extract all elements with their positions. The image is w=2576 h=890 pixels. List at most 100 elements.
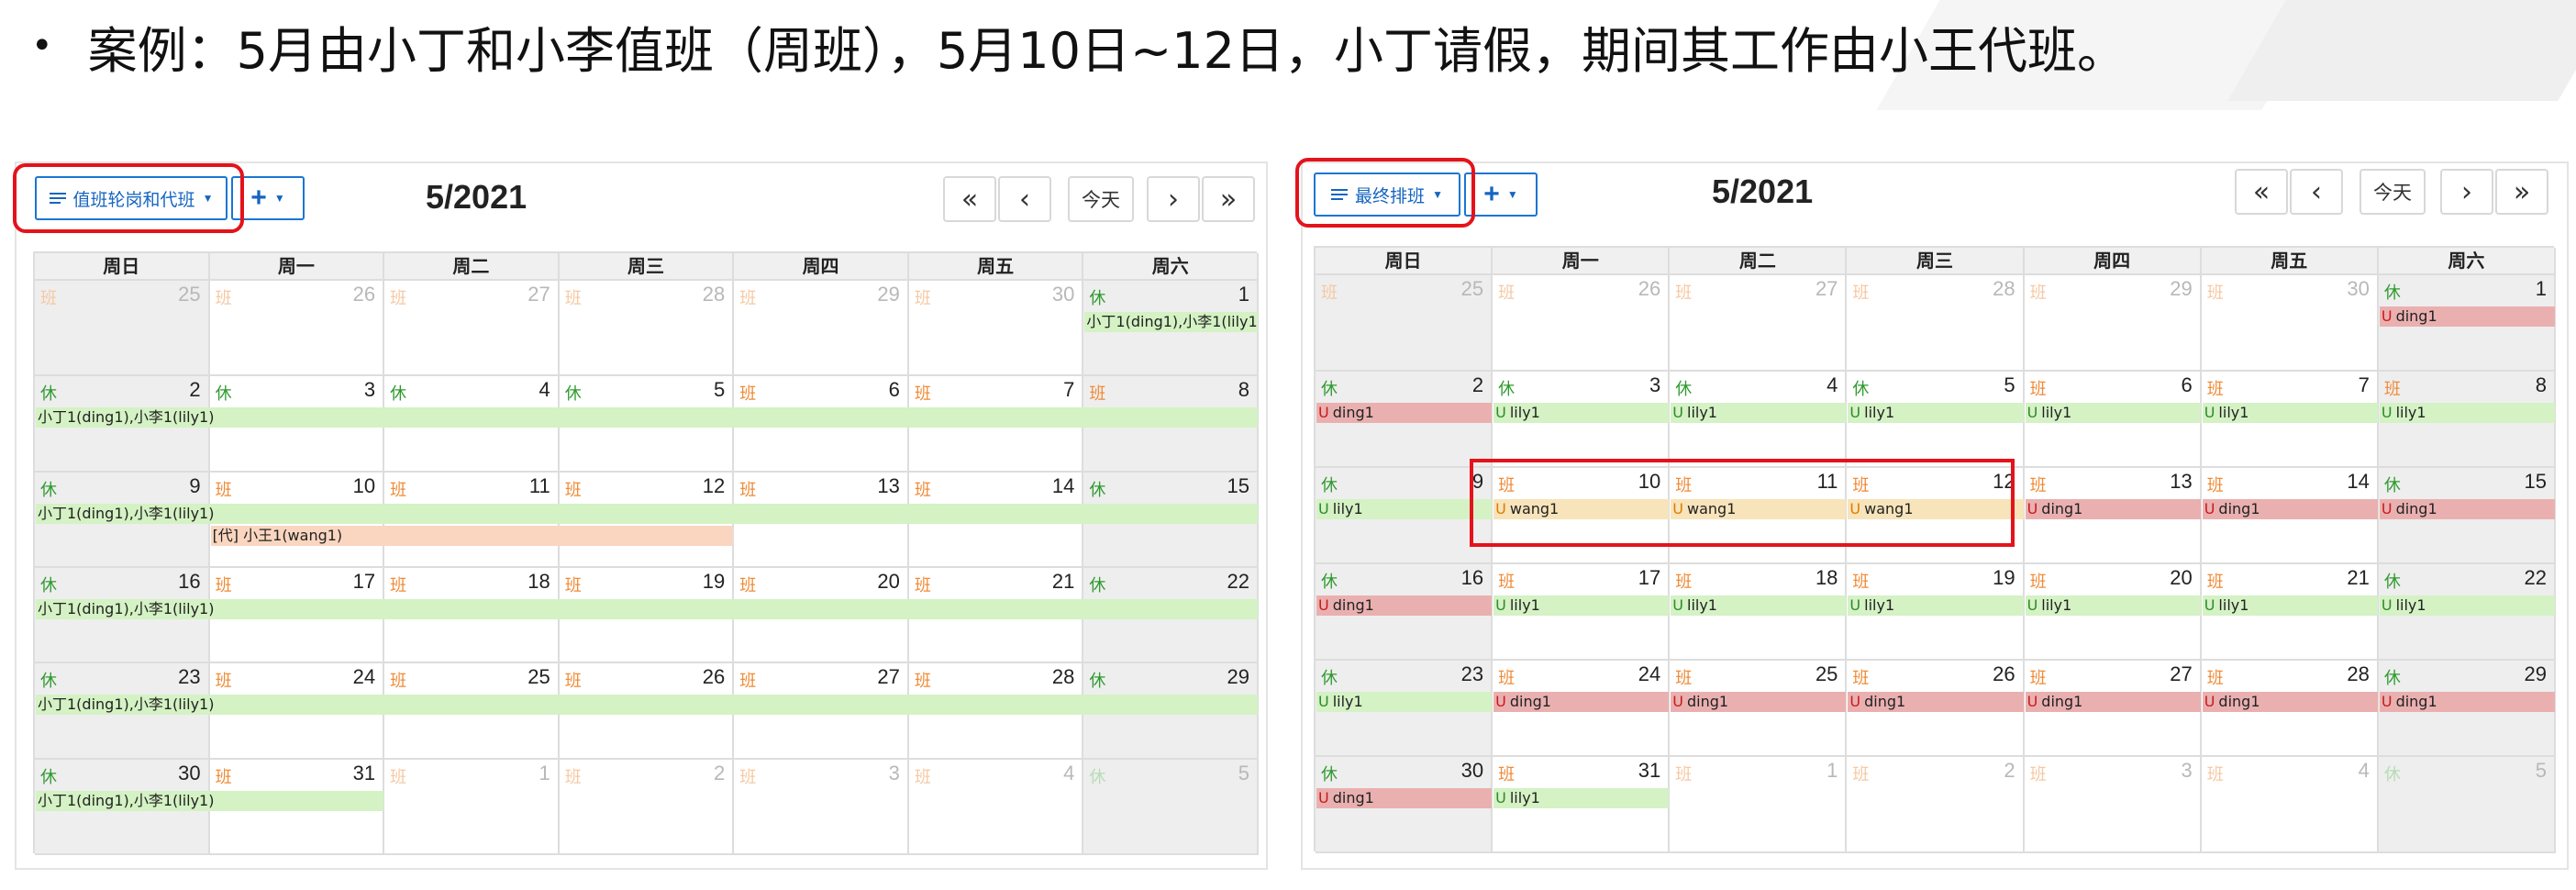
shift-event[interactable]: Ulily1 xyxy=(2379,403,2555,423)
shift-event[interactable]: Ulily1 xyxy=(1316,692,1493,712)
add-button[interactable]: + ▼ xyxy=(1464,172,1538,217)
shift-event[interactable]: Uding1 xyxy=(1316,595,1493,616)
shift-event[interactable]: Ulily1 xyxy=(1671,403,1847,423)
work-day-tag: 班 xyxy=(914,384,931,405)
shift-event[interactable]: Uding1 xyxy=(2379,692,2555,712)
shift-event[interactable]: Uding1 xyxy=(1848,692,2024,712)
shift-event[interactable]: Uding1 xyxy=(2025,499,2201,519)
shift-event[interactable]: 小丁1(ding1),小李1(lily1) xyxy=(36,695,1258,716)
shift-event[interactable]: 小丁1(ding1),小李1(lily1) xyxy=(36,790,384,811)
day-cell[interactable]: 班 29 xyxy=(2024,275,2202,372)
first-button[interactable]: « xyxy=(943,176,996,222)
day-number: 16 xyxy=(1460,566,1484,589)
shift-event[interactable]: Ulily1 xyxy=(1493,788,1670,808)
shift-event[interactable]: 小丁1(ding1),小李1(lily1) xyxy=(36,407,1258,428)
day-number: 29 xyxy=(2524,662,2547,685)
day-cell[interactable]: 班 25 xyxy=(35,281,210,377)
day-cell[interactable]: 班 30 xyxy=(908,281,1084,377)
shift-event[interactable]: Ulily1 xyxy=(2025,595,2201,616)
shift-event[interactable]: Uding1 xyxy=(2379,499,2555,519)
prev-button[interactable]: ‹ xyxy=(998,176,1051,222)
day-number: 15 xyxy=(1227,473,1249,497)
shift-event[interactable]: Ulily1 xyxy=(1493,403,1670,423)
day-number: 18 xyxy=(527,570,550,593)
today-button[interactable]: 今天 xyxy=(2359,169,2426,215)
weekday-header: 周一 xyxy=(1493,248,1671,275)
weekday-header: 周日 xyxy=(1316,248,1493,275)
shift-event[interactable]: Uding1 xyxy=(1671,692,1847,712)
shift-event[interactable]: Ulily1 xyxy=(1848,595,2024,616)
shift-event[interactable]: Ulily1 xyxy=(2202,595,2378,616)
day-number: 2 xyxy=(2004,759,2015,782)
day-number: 7 xyxy=(1063,378,1075,402)
shift-event[interactable]: Uding1 xyxy=(1316,403,1493,423)
shift-event[interactable]: Uding1 xyxy=(2202,692,2378,712)
shift-event[interactable]: Ulily1 xyxy=(1493,595,1670,616)
day-cell[interactable]: 班 28 xyxy=(559,281,735,377)
work-day-tag: 班 xyxy=(1675,284,1693,303)
day-cell[interactable]: 班 27 xyxy=(384,281,560,377)
shift-event-label: 小丁1(ding1),小李1(lily1) xyxy=(38,695,215,714)
day-number: 5 xyxy=(1238,761,1249,784)
day-cell[interactable]: 班3 xyxy=(734,759,909,855)
user-icon: U xyxy=(1495,596,1506,614)
day-cell[interactable]: 班3 xyxy=(2024,757,2202,853)
rest-day-tag: 休 xyxy=(2383,284,2401,303)
shift-event[interactable]: Uding1 xyxy=(1493,692,1670,712)
day-cell[interactable]: 班4 xyxy=(2201,757,2379,853)
day-number: 14 xyxy=(1051,473,1075,497)
rest-day-tag: 休 xyxy=(1321,765,1338,784)
day-number: 20 xyxy=(2170,566,2193,589)
day-cell[interactable]: 班 26 xyxy=(1493,275,1671,372)
day-number: 29 xyxy=(2170,277,2193,300)
day-cell[interactable]: 班 29 xyxy=(734,281,909,377)
shift-event[interactable]: [代] 小王1(wang1) xyxy=(210,525,734,546)
shift-event[interactable]: Ulily1 xyxy=(2202,403,2378,423)
shift-event[interactable]: Ulily1 xyxy=(1848,403,2024,423)
day-cell[interactable]: 班 30 xyxy=(2201,275,2379,372)
shift-event[interactable]: 小丁1(ding1),小李1(lily1) xyxy=(36,503,1258,524)
next-button[interactable]: › xyxy=(2440,169,2493,215)
shift-event[interactable]: Uding1 xyxy=(2379,306,2555,327)
weekday-header: 周一 xyxy=(209,253,385,281)
day-cell[interactable]: 班 27 xyxy=(1670,275,1848,372)
day-cell[interactable]: 休5 xyxy=(2378,757,2556,853)
day-cell[interactable]: 班1 xyxy=(1670,757,1848,853)
shift-event-label: ding1 xyxy=(2395,500,2437,517)
day-cell[interactable]: 班 25 xyxy=(1316,275,1493,372)
shift-event[interactable]: Uding1 xyxy=(2202,499,2378,519)
shift-event[interactable]: 小丁1(ding1),小李1(lily1) xyxy=(36,599,1258,619)
prev-button[interactable]: ‹ xyxy=(2290,169,2343,215)
work-day-tag: 班 xyxy=(1852,765,1870,784)
last-button[interactable]: » xyxy=(1202,176,1255,222)
view-selector-highlight xyxy=(1295,158,1475,228)
day-number: 3 xyxy=(888,761,900,784)
shift-event-label: [代] 小王1(wang1) xyxy=(212,526,343,544)
day-cell[interactable]: 班1 xyxy=(384,759,560,855)
shift-event[interactable]: Ulily1 xyxy=(2025,403,2201,423)
shift-event[interactable]: Uding1 xyxy=(1316,788,1493,808)
user-icon: U xyxy=(2204,693,2215,710)
work-day-tag: 班 xyxy=(2206,765,2224,784)
rest-day-tag: 休 xyxy=(1089,289,1106,308)
day-cell[interactable]: 班 28 xyxy=(1847,275,2025,372)
shift-event[interactable]: Ulily1 xyxy=(1671,595,1847,616)
rest-day-tag: 休 xyxy=(40,384,57,405)
shift-event-label: ding1 xyxy=(1687,693,1729,710)
shift-event[interactable]: Ulily1 xyxy=(2379,595,2555,616)
day-number: 4 xyxy=(1827,373,1838,396)
day-cell[interactable]: 班4 xyxy=(908,759,1084,855)
day-cell[interactable]: 休5 xyxy=(1083,759,1259,855)
shift-event[interactable]: 小丁1(ding1),小李1(lily1) xyxy=(1084,312,1258,332)
day-cell[interactable]: 班 26 xyxy=(209,281,385,377)
last-button[interactable]: » xyxy=(2495,169,2548,215)
shift-event[interactable]: Uding1 xyxy=(2025,692,2201,712)
today-button[interactable]: 今天 xyxy=(1068,176,1134,222)
day-number: 5 xyxy=(714,378,726,402)
first-button[interactable]: « xyxy=(2235,169,2288,215)
day-number: 25 xyxy=(1815,662,1838,685)
shift-event[interactable]: Ulily1 xyxy=(1316,499,1493,519)
day-cell[interactable]: 班2 xyxy=(1847,757,2025,853)
next-button[interactable]: › xyxy=(1147,176,1200,222)
day-cell[interactable]: 班2 xyxy=(559,759,735,855)
